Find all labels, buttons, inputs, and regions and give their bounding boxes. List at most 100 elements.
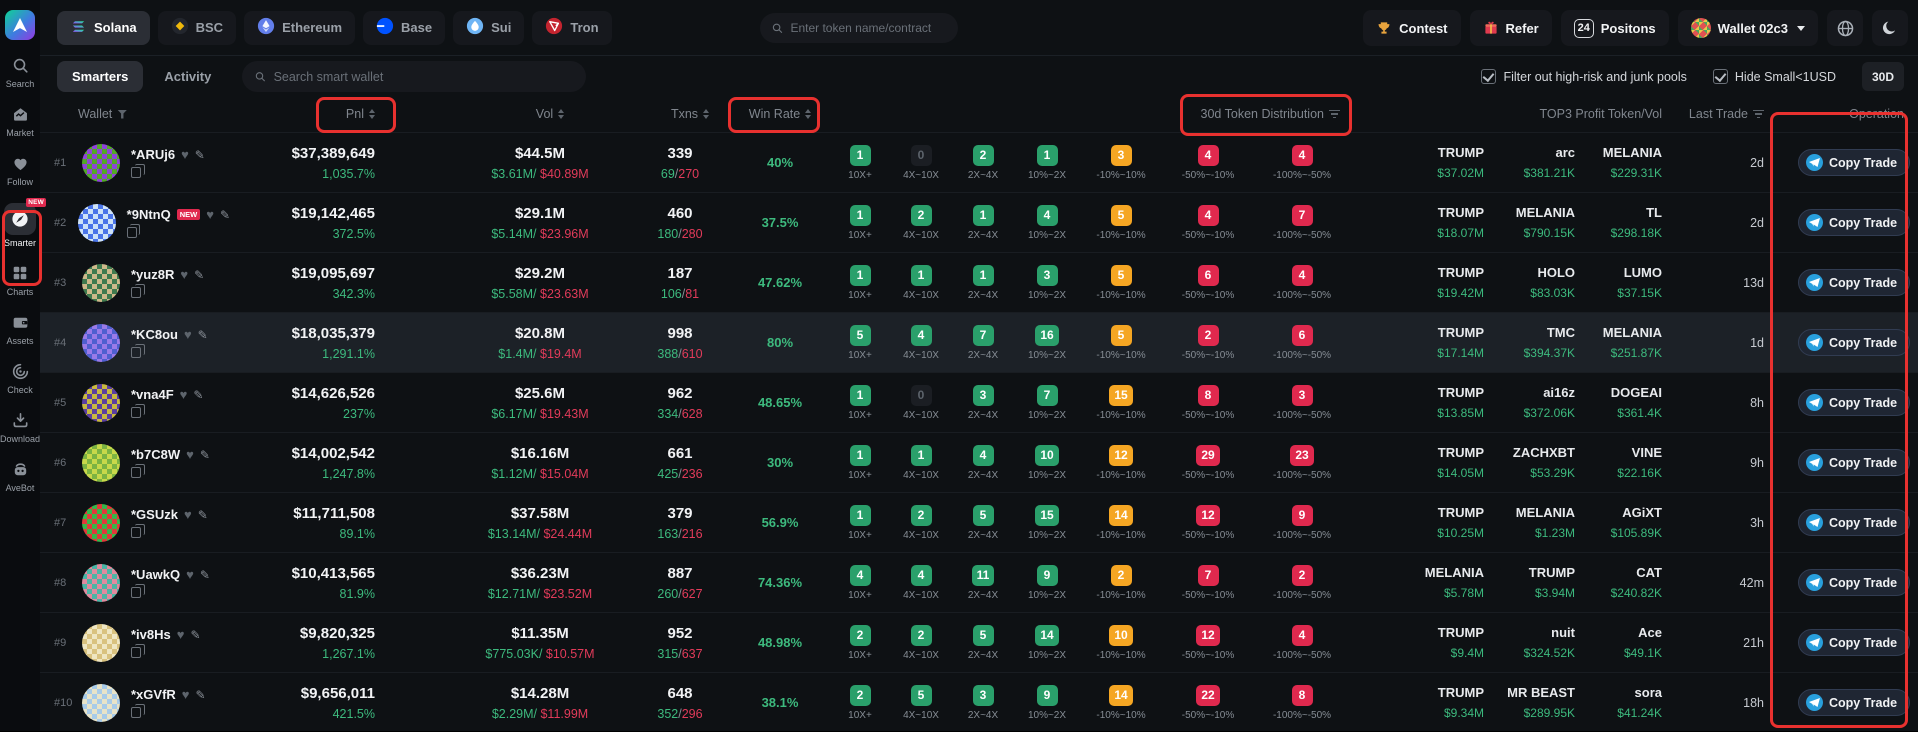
top3-token[interactable]: CAT$240.82K — [1575, 565, 1662, 600]
table-row[interactable]: #6 *b7C8W ♥ ✎ $14,002,542 1,247.8% $16.1… — [40, 432, 1918, 492]
top3-token[interactable]: Ace$49.1K — [1575, 625, 1662, 660]
refer-button[interactable]: Refer — [1470, 10, 1552, 46]
smart-wallet-search[interactable] — [242, 61, 586, 92]
copy-address-icon[interactable] — [131, 647, 141, 658]
copy-trade-button[interactable]: Copy Trade — [1798, 149, 1910, 176]
top3-token[interactable]: MR BEAST$289.95K — [1484, 685, 1575, 720]
copy-trade-button[interactable]: Copy Trade — [1798, 629, 1910, 656]
copy-address-icon[interactable] — [131, 587, 141, 598]
top3-token[interactable]: TMC$394.37K — [1484, 325, 1575, 360]
positions-button[interactable]: 24 Positons — [1561, 10, 1669, 46]
sidebar-item-smarter[interactable]: NEW Smarter — [0, 203, 40, 248]
chain-tab-tron[interactable]: Tron — [532, 11, 611, 45]
top3-token[interactable]: MELANIA$229.31K — [1575, 145, 1662, 180]
wallet-menu[interactable]: Wallet 02c3 — [1678, 10, 1818, 46]
top3-token[interactable]: ZACHXBT$53.29K — [1484, 445, 1575, 480]
edit-icon[interactable]: ✎ — [195, 148, 205, 162]
filter-checkbox[interactable]: Hide Small<1USD — [1713, 69, 1836, 84]
copy-trade-button[interactable]: Copy Trade — [1798, 329, 1910, 356]
favorite-icon[interactable]: ♥ — [177, 627, 185, 642]
table-row[interactable]: #7 *GSUzk ♥ ✎ $11,711,508 89.1% $37.58M … — [40, 492, 1918, 552]
chain-tab-ethereum[interactable]: Ethereum — [244, 11, 355, 45]
copy-address-icon[interactable] — [131, 167, 141, 178]
top3-token[interactable]: TRUMP$18.07M — [1390, 205, 1484, 240]
top3-token[interactable]: MELANIA$790.15K — [1484, 205, 1575, 240]
favorite-icon[interactable]: ♥ — [182, 687, 190, 702]
sidebar-item-assets[interactable]: Assets — [0, 311, 40, 346]
edit-icon[interactable]: ✎ — [198, 508, 208, 522]
header-vol[interactable]: Vol — [485, 107, 615, 121]
table-row[interactable]: #5 *vna4F ♥ ✎ $14,626,526 237% $25.6M $6… — [40, 372, 1918, 432]
favorite-icon[interactable]: ♥ — [180, 387, 188, 402]
top3-token[interactable]: sora$41.24K — [1575, 685, 1662, 720]
header-last-trade[interactable]: Last Trade — [1680, 107, 1790, 121]
copy-address-icon[interactable] — [131, 527, 141, 538]
edit-icon[interactable]: ✎ — [200, 568, 210, 582]
favorite-icon[interactable]: ♥ — [184, 327, 192, 342]
token-search[interactable] — [760, 13, 958, 43]
filter-checkbox[interactable]: Filter out high-risk and junk pools — [1481, 69, 1686, 84]
contest-button[interactable]: Contest — [1363, 10, 1460, 46]
edit-icon[interactable]: ✎ — [193, 388, 203, 402]
table-row[interactable]: #3 *yuz8R ♥ ✎ $19,095,697 342.3% $29.2M … — [40, 252, 1918, 312]
copy-trade-button[interactable]: Copy Trade — [1798, 449, 1910, 476]
copy-trade-button[interactable]: Copy Trade — [1798, 209, 1910, 236]
header-distribution[interactable]: 30d Token Distribution — [830, 107, 1350, 121]
chain-tab-sui[interactable]: Sui — [453, 11, 524, 45]
top3-token[interactable]: VINE$22.16K — [1575, 445, 1662, 480]
sidebar-item-market[interactable]: Market — [0, 103, 40, 138]
tab-activity[interactable]: Activity — [149, 61, 226, 92]
sidebar-item-search[interactable]: Search — [0, 54, 40, 89]
header-txns[interactable]: Txns — [660, 107, 720, 121]
copy-address-icon[interactable] — [127, 227, 137, 238]
table-row[interactable]: #4 *KC8ou ♥ ✎ $18,035,379 1,291.1% $20.8… — [40, 312, 1918, 372]
copy-trade-button[interactable]: Copy Trade — [1798, 269, 1910, 296]
chain-tab-base[interactable]: Base — [363, 11, 445, 45]
theme-toggle[interactable] — [1872, 10, 1908, 46]
period-selector[interactable]: 30D — [1862, 62, 1904, 91]
top3-token[interactable]: TRUMP$37.02M — [1390, 145, 1484, 180]
copy-trade-button[interactable]: Copy Trade — [1798, 569, 1910, 596]
edit-icon[interactable]: ✎ — [196, 688, 206, 702]
header-wallet[interactable]: Wallet — [40, 107, 230, 121]
top3-token[interactable]: DOGEAI$361.4K — [1575, 385, 1662, 420]
copy-address-icon[interactable] — [131, 407, 141, 418]
app-logo[interactable] — [5, 10, 35, 40]
top3-token[interactable]: MELANIA$251.87K — [1575, 325, 1662, 360]
edit-icon[interactable]: ✎ — [220, 208, 230, 222]
favorite-icon[interactable]: ♥ — [206, 207, 214, 222]
top3-token[interactable]: TRUMP$9.4M — [1390, 625, 1484, 660]
sidebar-item-check[interactable]: Check — [0, 360, 40, 395]
top3-token[interactable]: nuit$324.52K — [1484, 625, 1575, 660]
top3-token[interactable]: AGiXT$105.89K — [1575, 505, 1662, 540]
copy-address-icon[interactable] — [131, 467, 141, 478]
top3-token[interactable]: ai16z$372.06K — [1484, 385, 1575, 420]
top3-token[interactable]: HOLO$83.03K — [1484, 265, 1575, 300]
top3-token[interactable]: MELANIA$5.78M — [1390, 565, 1484, 600]
top3-token[interactable]: LUMO$37.15K — [1575, 265, 1662, 300]
table-row[interactable]: #8 *UawkQ ♥ ✎ $10,413,565 81.9% $36.23M … — [40, 552, 1918, 612]
sidebar-item-download[interactable]: Download — [0, 409, 40, 444]
top3-token[interactable]: TRUMP$17.14M — [1390, 325, 1484, 360]
favorite-icon[interactable]: ♥ — [180, 267, 188, 282]
edit-icon[interactable]: ✎ — [198, 328, 208, 342]
header-win-rate[interactable]: Win Rate — [730, 107, 830, 121]
top3-token[interactable]: arc$381.21K — [1484, 145, 1575, 180]
top3-token[interactable]: TRUMP$3.94M — [1484, 565, 1575, 600]
table-row[interactable]: #10 *xGVfR ♥ ✎ $9,656,011 421.5% $14.28M… — [40, 672, 1918, 732]
favorite-icon[interactable]: ♥ — [186, 447, 194, 462]
table-row[interactable]: #1 *ARUj6 ♥ ✎ $37,389,649 1,035.7% $44.5… — [40, 132, 1918, 192]
chain-tab-bsc[interactable]: BSC — [158, 11, 236, 45]
top3-token[interactable]: TRUMP$14.05M — [1390, 445, 1484, 480]
top3-token[interactable]: TRUMP$9.34M — [1390, 685, 1484, 720]
copy-address-icon[interactable] — [131, 707, 141, 718]
sidebar-item-charts[interactable]: Charts — [0, 262, 40, 297]
edit-icon[interactable]: ✎ — [190, 628, 200, 642]
top3-token[interactable]: TRUMP$19.42M — [1390, 265, 1484, 300]
header-pnl[interactable]: Pnl — [230, 107, 375, 121]
token-search-input[interactable] — [790, 21, 947, 35]
top3-token[interactable]: TRUMP$10.25M — [1390, 505, 1484, 540]
table-row[interactable]: #2 *9NtnQ NEW ♥ ✎ $19,142,465 372.5% $29… — [40, 192, 1918, 252]
favorite-icon[interactable]: ♥ — [186, 567, 194, 582]
tab-smarters[interactable]: Smarters — [57, 61, 143, 92]
